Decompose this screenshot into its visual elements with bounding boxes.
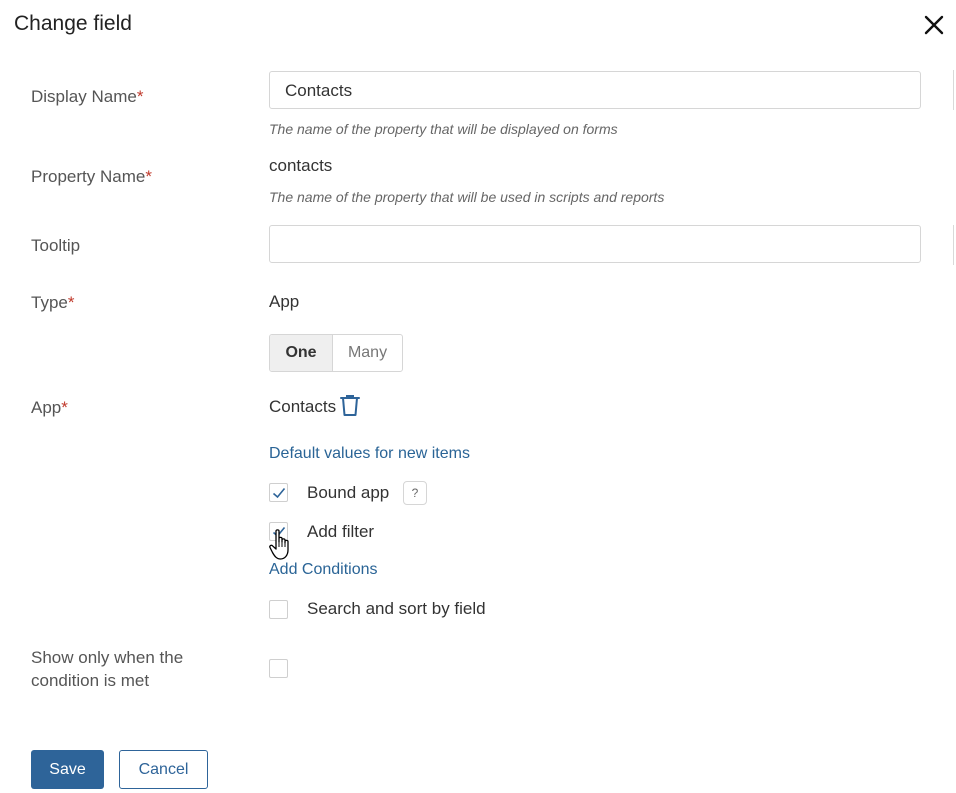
required-marker: *: [145, 167, 152, 186]
property-name-value: contacts: [269, 156, 333, 175]
add-filter-label: Add filter: [307, 522, 375, 541]
add-filter-checkbox[interactable]: [269, 522, 288, 541]
question-icon: ?: [411, 486, 419, 500]
display-name-hint: The name of the property that will be di…: [269, 121, 618, 137]
type-value: App: [269, 292, 300, 311]
tooltip-label: Tooltip: [31, 236, 81, 255]
delete-app-button[interactable]: [339, 394, 361, 418]
bound-app-checkbox[interactable]: [269, 483, 288, 502]
cancel-button[interactable]: Cancel: [119, 750, 208, 789]
check-icon: [272, 526, 286, 538]
scroll-edge: [953, 225, 954, 265]
app-value: Contacts: [269, 397, 337, 416]
option-many[interactable]: Many: [333, 335, 402, 371]
property-name-label: Property Name*: [31, 167, 152, 186]
display-name-input[interactable]: Contacts: [269, 71, 921, 109]
quantity-toggle[interactable]: One Many: [269, 334, 403, 372]
save-button[interactable]: Save: [31, 750, 104, 789]
tooltip-input[interactable]: [269, 225, 921, 263]
search-sort-checkbox[interactable]: [269, 600, 288, 619]
display-name-label: Display Name*: [31, 87, 144, 106]
show-condition-label: Show only when the condition is met: [31, 648, 184, 690]
bound-app-label: Bound app: [307, 483, 390, 502]
show-condition-checkbox[interactable]: [269, 659, 288, 678]
add-conditions-link[interactable]: Add Conditions: [269, 561, 378, 579]
option-one[interactable]: One: [270, 335, 333, 371]
required-marker: *: [67, 293, 75, 312]
help-button[interactable]: ?: [403, 481, 427, 505]
property-name-hint: The name of the property that will be us…: [269, 189, 665, 205]
required-marker: *: [136, 87, 144, 106]
app-label: App*: [31, 398, 68, 417]
scroll-edge: [953, 70, 954, 110]
display-name-value: Contacts: [285, 81, 353, 100]
default-values-link[interactable]: Default values for new items: [269, 445, 470, 463]
close-icon: [924, 15, 944, 35]
type-label: Type*: [31, 293, 75, 312]
check-icon: [272, 487, 286, 499]
trash-icon: [340, 395, 360, 416]
close-button[interactable]: [921, 12, 947, 38]
search-sort-label: Search and sort by field: [307, 599, 486, 618]
required-marker: *: [61, 398, 68, 417]
dialog-title: Change field: [14, 12, 132, 35]
